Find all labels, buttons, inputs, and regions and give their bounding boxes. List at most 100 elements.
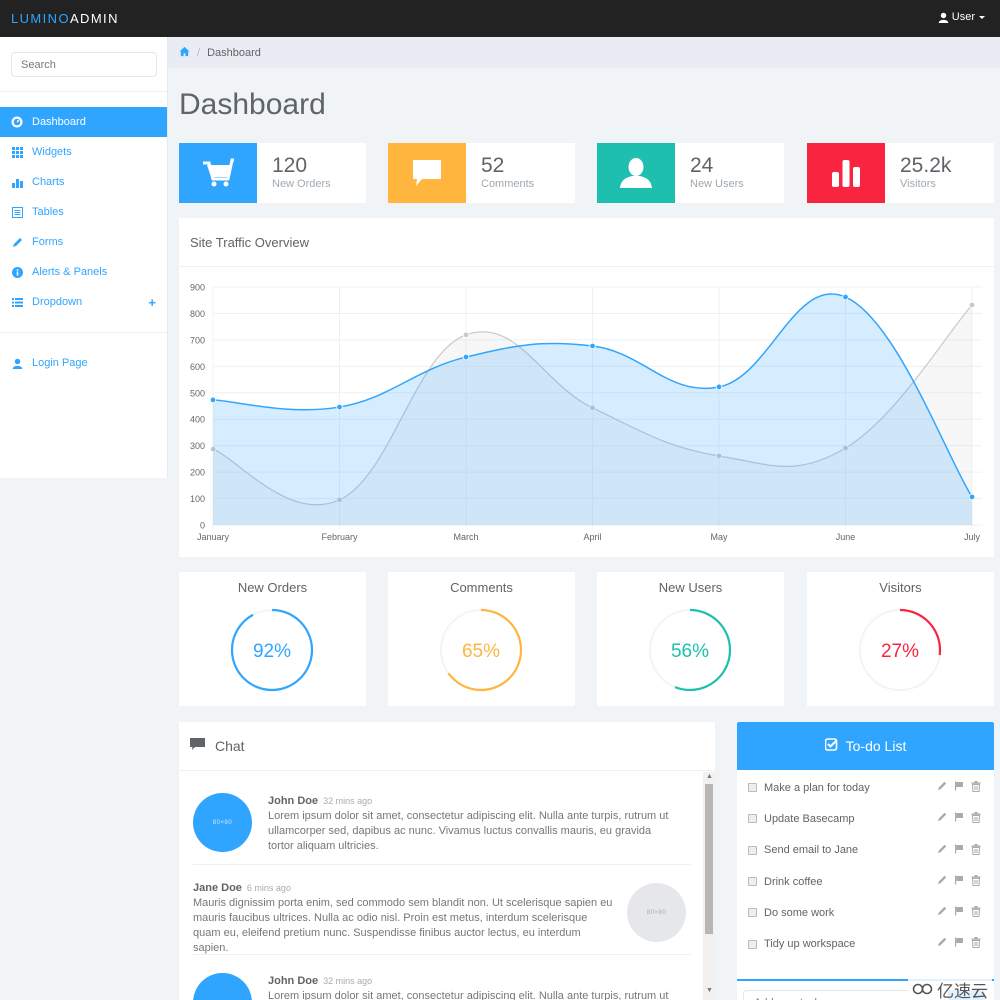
todo-label: Make a plan for today [764, 781, 870, 794]
stat-label: Visitors [900, 178, 936, 190]
data-point [209, 396, 217, 404]
sidebar-item-label: Charts [32, 176, 65, 188]
table-icon [11, 206, 23, 218]
todo-label: Drink coffee [764, 875, 823, 888]
user-icon [938, 12, 949, 23]
user-menu-button[interactable]: User [938, 11, 986, 23]
message-text: Mauris dignissim porta enim, sed commodo… [193, 897, 613, 954]
stat-value: 24 [690, 154, 714, 177]
x-tick-label: July [964, 532, 981, 542]
scroll-up-arrow-icon[interactable]: ▲ [706, 773, 713, 780]
checkbox-checked-icon [824, 738, 838, 754]
trash-icon[interactable] [971, 843, 981, 858]
todo-label: Tidy up workspace [764, 938, 856, 951]
breadcrumb-current: Dashboard [207, 46, 261, 59]
sidebar-item-label: Dropdown [32, 296, 83, 308]
x-tick-label: January [197, 532, 230, 542]
sidebar-item-widgets[interactable]: Widgets [0, 137, 167, 167]
todo-checkbox[interactable] [748, 939, 757, 949]
sidebar-item-login-page[interactable]: Login Page [0, 348, 167, 378]
todo-checkbox[interactable] [748, 845, 757, 855]
x-tick-label: February [321, 532, 358, 542]
todo-label: Update Basecamp [764, 812, 855, 825]
todo-checkbox[interactable] [748, 783, 757, 793]
todo-checkbox[interactable] [748, 877, 757, 887]
flag-icon[interactable] [954, 875, 964, 889]
flag-icon[interactable] [954, 937, 964, 951]
gauge-card-visitors: Visitors 27% [807, 572, 994, 706]
trash-icon[interactable] [971, 874, 981, 889]
gauge-card-comments: Comments 65% [388, 572, 575, 706]
author-name: John Doe [268, 795, 319, 807]
trash-icon[interactable] [971, 937, 981, 951]
gauge-title: New Users [658, 580, 723, 595]
pencil-icon[interactable] [937, 781, 947, 795]
chat-message: Jane Doe 6 mins ago Mauris dignissim port… [193, 865, 691, 955]
y-tick-label: 800 [190, 309, 205, 319]
sidebar-item-tables[interactable]: Tables [0, 197, 167, 227]
x-tick-label: March [453, 532, 478, 542]
gauge-title: Comments [450, 580, 513, 595]
caret-down-icon [978, 13, 986, 21]
sidebar-item-forms[interactable]: Forms [0, 227, 167, 257]
brand-part-2: ADMIN [69, 11, 119, 26]
chat-scrollbar[interactable]: ▲ ▼ [703, 772, 715, 1000]
sidebar-item-dropdown[interactable]: Dropdown + [0, 287, 167, 317]
list-icon [11, 296, 23, 308]
trash-icon[interactable] [971, 812, 981, 826]
todo-label: Send email to Jane [764, 844, 859, 857]
sidebar-item-label: Forms [32, 236, 64, 248]
gauge-ring: 65% [439, 608, 523, 692]
author-name: Jane Doe [193, 882, 242, 894]
y-tick-label: 500 [190, 388, 205, 398]
x-tick-label: May [710, 532, 728, 542]
chat-message: 80×80 John Doe 32 mins ago Lorem ipsum do… [193, 772, 691, 865]
scroll-down-arrow-icon[interactable]: ▼ [706, 987, 713, 994]
pencil-icon[interactable] [937, 906, 947, 920]
user-icon [11, 357, 23, 369]
pencil-icon[interactable] [937, 812, 947, 826]
gauge-ring: 27% [858, 608, 942, 692]
gauge-percent-label: 56% [671, 641, 709, 662]
todo-item: Send email to Jane [737, 835, 994, 866]
avatar: 80×80 [193, 973, 252, 1000]
pencil-icon[interactable] [937, 937, 947, 951]
search-input[interactable] [11, 52, 157, 77]
sidebar-item-label: Dashboard [32, 116, 86, 128]
sidebar-search [0, 37, 167, 92]
top-navbar: LUMINOADMIN User [0, 0, 1000, 37]
todo-title: To-do List [845, 738, 907, 754]
sidebar-item-charts[interactable]: Charts [0, 167, 167, 197]
scrollbar-thumb[interactable] [705, 784, 713, 934]
todo-checkbox[interactable] [748, 814, 757, 824]
gauge-ring: 56% [648, 608, 732, 692]
home-icon[interactable] [179, 46, 190, 60]
flag-icon[interactable] [954, 812, 964, 826]
trash-icon[interactable] [971, 906, 981, 920]
message-author: Jane Doe 6 mins ago [193, 882, 613, 894]
sidebar-item-dashboard[interactable]: Dashboard [0, 107, 167, 137]
sidebar-item-alerts-panels[interactable]: Alerts & Panels [0, 257, 167, 287]
expand-plus-icon[interactable]: + [148, 295, 156, 310]
gauge-card-new-users: New Users 56% [597, 572, 784, 706]
brand-logo[interactable]: LUMINOADMIN [11, 11, 119, 26]
pencil-icon [11, 236, 23, 248]
flag-icon[interactable] [954, 781, 964, 795]
trash-icon[interactable] [971, 781, 981, 795]
data-point [462, 353, 470, 361]
todo-checkbox[interactable] [748, 908, 757, 918]
panel-title: Site Traffic Overview [179, 218, 994, 267]
flag-icon[interactable] [954, 906, 964, 920]
pencil-icon[interactable] [937, 875, 947, 889]
brand-part-1: LUMINO [11, 11, 70, 26]
flag-icon[interactable] [954, 844, 964, 858]
stat-value: 120 [272, 154, 308, 177]
bar-chart-icon [807, 143, 885, 203]
sidebar-menu: Dashboard Widgets Charts Tables Forms Al… [0, 107, 167, 317]
menu-divider [0, 332, 167, 333]
pencil-icon[interactable] [937, 844, 947, 858]
page-title: Dashboard [179, 88, 326, 121]
todo-item: Make a plan for today [737, 772, 994, 803]
user-label: User [951, 11, 975, 23]
todo-item: Tidy up workspace [737, 928, 994, 959]
